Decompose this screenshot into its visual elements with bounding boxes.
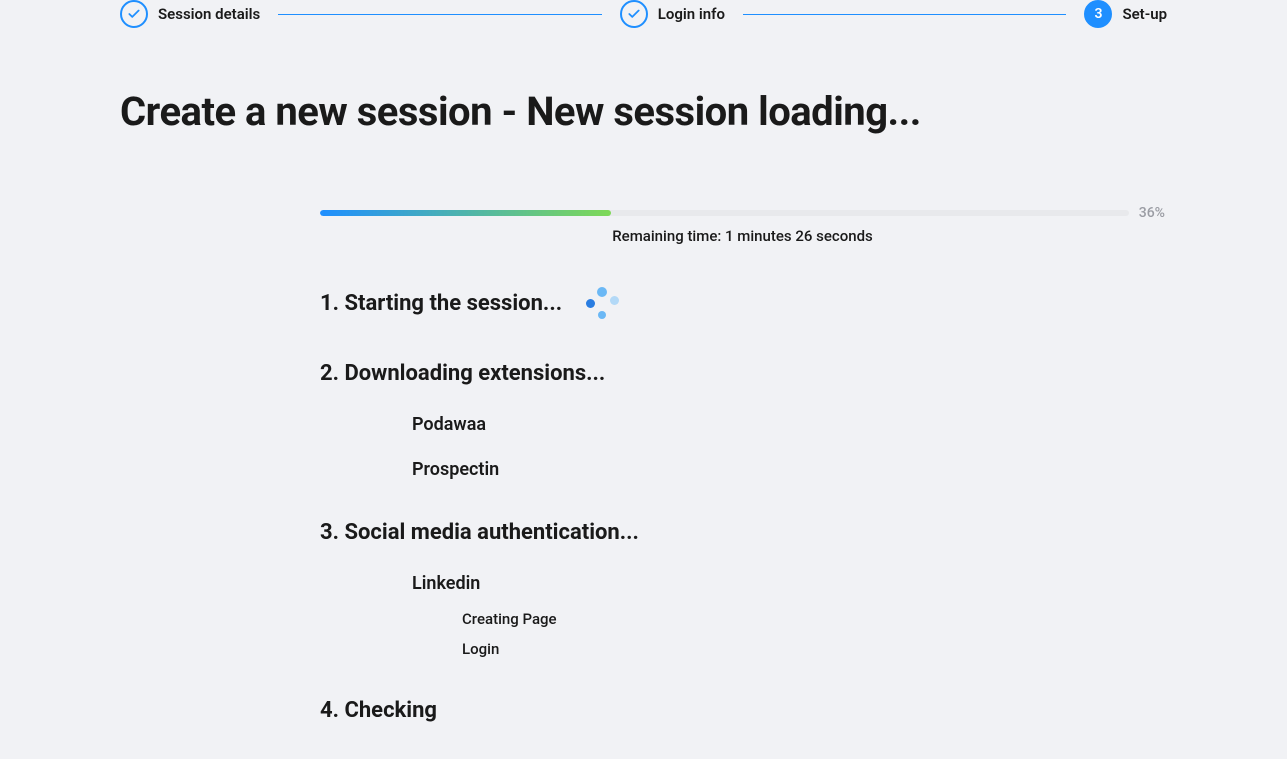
extension-item: Podawaa	[412, 414, 1165, 435]
remaining-time-label: Remaining time: 1 minutes 26 seconds	[320, 227, 1165, 245]
setup-step-title: 2. Downloading extensions...	[320, 361, 605, 386]
stepper-label: Login info	[658, 5, 725, 23]
social-substep: Creating Page	[462, 610, 1165, 628]
progress-fill	[320, 210, 611, 216]
setup-steps-list: 1. Starting the session... 2. Downloadin…	[320, 285, 1165, 723]
progress-section: 36% Remaining time: 1 minutes 26 seconds	[320, 205, 1165, 245]
setup-step-social-auth: 3. Social media authentication... Linked…	[320, 520, 1165, 658]
page-title: Create a new session - New session loadi…	[120, 88, 1167, 135]
extension-item: Prospectin	[412, 459, 1165, 480]
setup-step-title: 1. Starting the session...	[320, 291, 562, 316]
stepper-label: Session details	[158, 5, 260, 23]
progress-bar	[320, 210, 1129, 216]
social-account-item: Linkedin Creating Page Login	[412, 573, 1165, 658]
setup-step-extensions: 2. Downloading extensions... Podawaa Pro…	[320, 361, 1165, 480]
wizard-stepper: Session details Login info 3 Set-up	[120, 0, 1167, 28]
setup-step-title: 3. Social media authentication...	[320, 520, 639, 545]
setup-step-checking: 4. Checking	[320, 698, 1165, 723]
setup-step-starting: 1. Starting the session...	[320, 285, 1165, 321]
stepper-step-login-info[interactable]: Login info	[620, 0, 725, 28]
stepper-connector	[278, 14, 601, 15]
check-icon	[620, 0, 648, 28]
setup-step-title: 4. Checking	[320, 698, 437, 723]
progress-percent: 36%	[1139, 205, 1165, 221]
social-account-name: Linkedin	[412, 573, 480, 594]
stepper-label: Set-up	[1122, 5, 1167, 23]
stepper-step-setup[interactable]: 3 Set-up	[1084, 0, 1167, 28]
stepper-step-session-details[interactable]: Session details	[120, 0, 260, 28]
step-number-badge: 3	[1084, 0, 1112, 28]
check-icon	[120, 0, 148, 28]
stepper-connector	[743, 14, 1066, 15]
loading-spinner-icon	[584, 285, 620, 321]
social-substep: Login	[462, 640, 1165, 658]
